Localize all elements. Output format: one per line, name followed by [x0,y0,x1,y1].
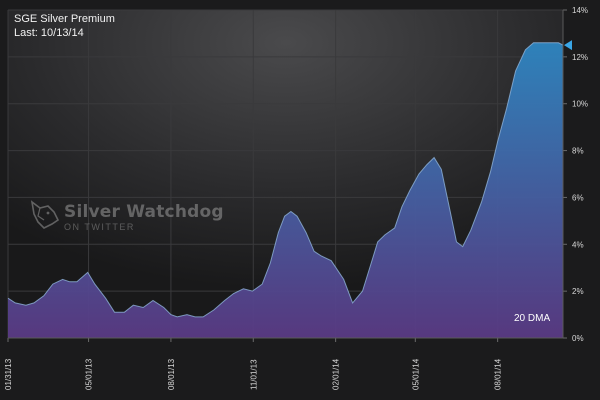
y-tick-label: 0% [572,334,584,343]
y-tick-label: 8% [572,147,584,156]
x-tick-label: 08/01/13 [167,358,176,390]
x-tick-label: 11/01/13 [249,359,258,390]
y-tick-label: 4% [572,240,584,249]
x-tick-label: 01/31/13 [4,358,13,390]
y-tick-label: 2% [572,287,584,296]
x-tick-label: 05/01/14 [411,358,420,390]
dog-head-icon [30,200,60,229]
last-updated: Last: 10/13/14 [14,27,84,39]
x-tick-label: 08/01/14 [494,358,503,390]
chart-container: 0% 2% 4% 6% 8% 10% 12% 14% 01/31/13 05/01/13 08/01… [0,0,600,400]
watermark: Silver Watchdog ON TWITTER [28,196,224,240]
y-tick-label: 10% [572,100,588,109]
chart-title: SGE Silver Premium [14,13,115,25]
y-tick-label: 6% [572,193,584,202]
watermark-subtitle: ON TWITTER [64,222,135,232]
x-tick-label: 02/01/14 [332,358,341,390]
x-tick-label: 05/01/13 [85,358,94,390]
watermark-name: Silver Watchdog [64,202,224,222]
y-tick-label: 14% [572,6,588,15]
y-tick-label: 12% [572,53,588,62]
last-value-marker [564,40,572,51]
series-label: 20 DMA [514,313,551,324]
